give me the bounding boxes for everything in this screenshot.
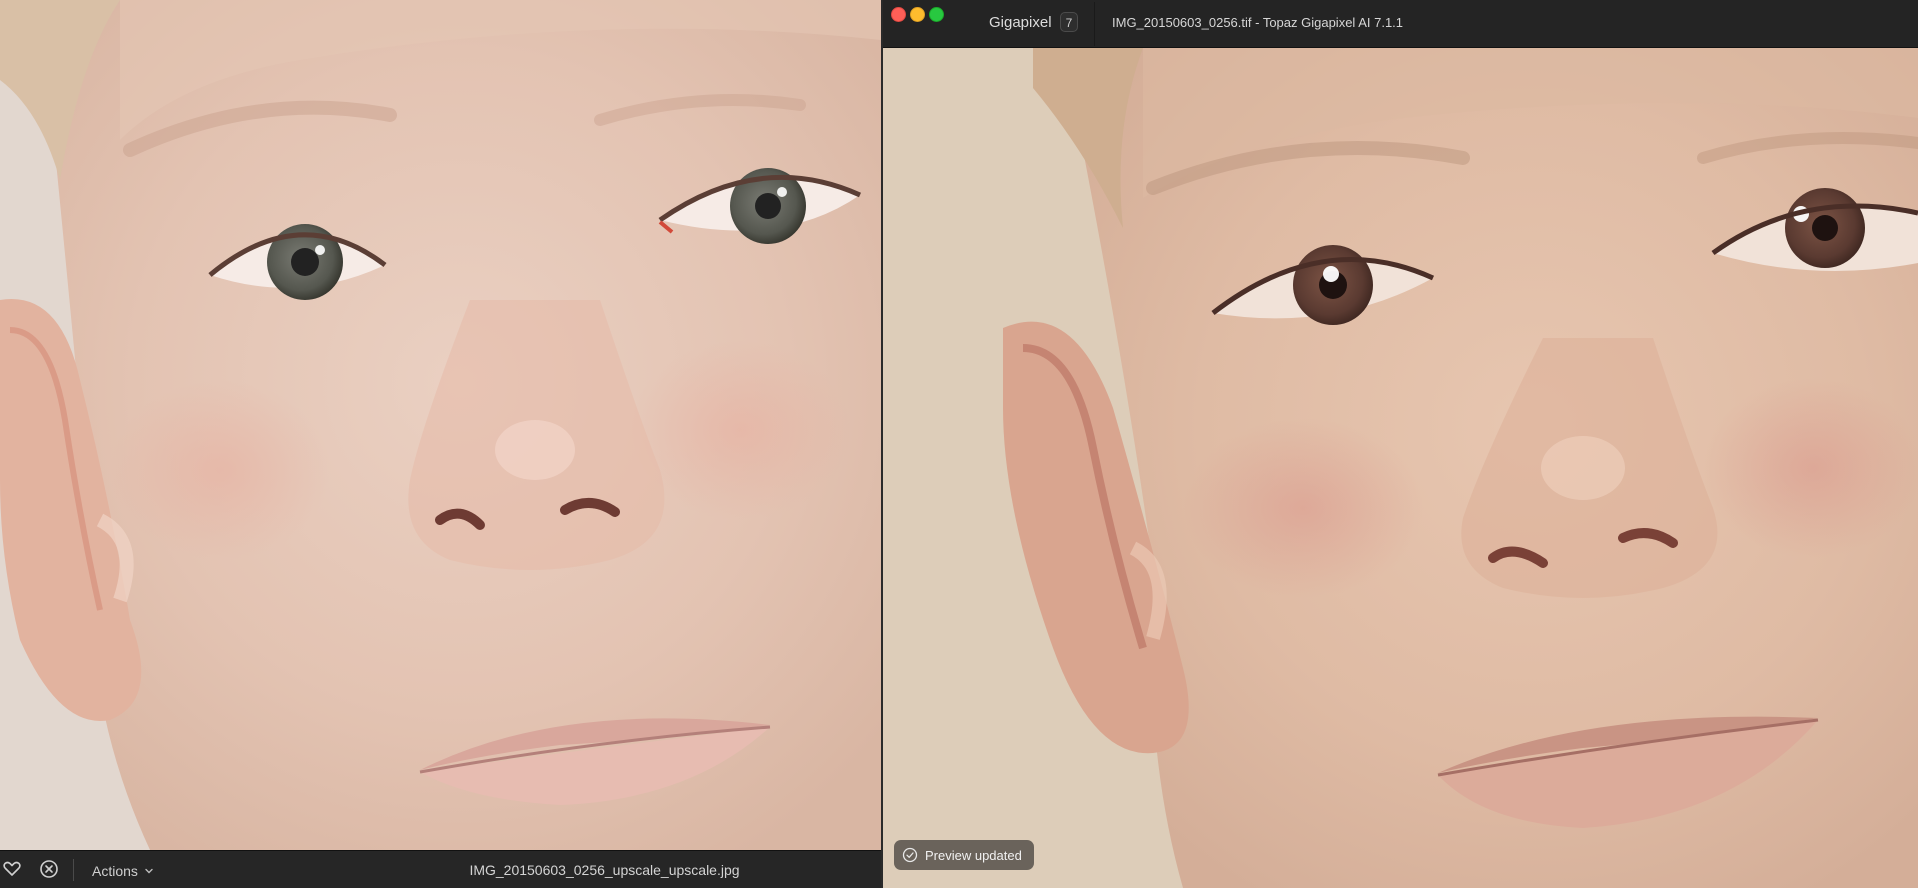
titlebar-divider <box>1094 2 1095 46</box>
original-portrait-preview <box>883 48 1918 888</box>
window-title: IMG_20150603_0256.tif - Topaz Gigapixel … <box>1112 15 1404 30</box>
heart-icon[interactable] <box>2 859 22 879</box>
viewer-bottom-bar: Actions IMG_20150603_0256_upscale_upscal… <box>0 850 881 888</box>
chevron-down-icon <box>145 868 153 874</box>
toast-message: Preview updated <box>925 847 1022 863</box>
window-titlebar: Gigapixel 7 IMG_20150603_0256.tif - Topa… <box>883 0 1918 48</box>
window-close-button[interactable] <box>891 7 906 22</box>
actions-label: Actions <box>92 863 138 879</box>
window-zoom-button[interactable] <box>929 7 944 22</box>
actions-menu-button[interactable]: Actions <box>92 861 154 881</box>
x-circle-icon[interactable] <box>39 859 59 879</box>
upscaled-portrait-image <box>0 0 881 850</box>
app-count-badge: 7 <box>1060 12 1078 32</box>
toolbar-divider <box>73 859 74 881</box>
check-circle-icon <box>902 847 918 863</box>
gigapixel-window: Gigapixel 7 IMG_20150603_0256.tif - Topa… <box>881 0 1918 888</box>
app-name[interactable]: Gigapixel <box>989 14 1052 31</box>
window-minimize-button[interactable] <box>910 7 925 22</box>
preview-updated-toast: Preview updated <box>894 840 1034 870</box>
file-name-label: IMG_20150603_0256_upscale_upscale.jpg <box>469 862 740 878</box>
left-photo-viewer: Actions IMG_20150603_0256_upscale_upscal… <box>0 0 881 888</box>
